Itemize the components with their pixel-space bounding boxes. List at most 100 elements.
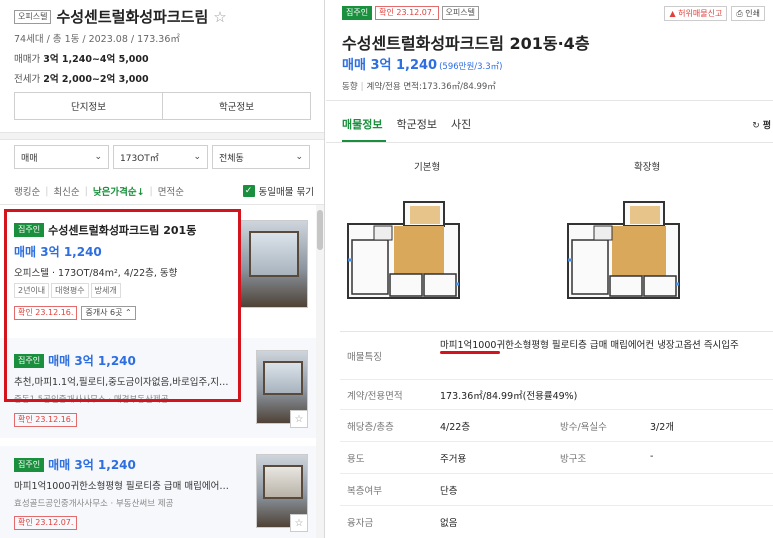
listing-price: 매매 3억 1,240 bbox=[48, 458, 136, 472]
type-tag: 오피스텔 bbox=[441, 6, 479, 20]
listing-panel: 오피스텔 수성센트럴화성파크드림 ☆ 74세대 / 총 1동 / 2023.08… bbox=[0, 0, 325, 538]
detail-label: 해당층/총층 bbox=[347, 422, 394, 433]
broker-count-label: 중개사 6곳 bbox=[85, 308, 123, 317]
section-divider bbox=[0, 132, 324, 140]
checkbox-checked-icon[interactable]: ✓ bbox=[242, 185, 255, 197]
unit-toggle-label: 평 bbox=[762, 121, 771, 131]
sort-low-price[interactable]: 낮은가격순↓ bbox=[93, 184, 145, 198]
star-icon[interactable]: ☆ bbox=[290, 514, 308, 532]
divider bbox=[0, 204, 324, 205]
confirm-date: 확인 23.12.16. bbox=[14, 306, 78, 320]
sort-bar: 랭킹순 | 최신순 | 낮은가격순↓ | 면적순 ✓ 동일매물 묶기 bbox=[14, 184, 314, 198]
tab-photos[interactable]: 사진 bbox=[451, 116, 471, 132]
owner-badge: 집주인 bbox=[14, 353, 45, 368]
print-icon: ⎙ bbox=[736, 9, 743, 18]
lease-price-value: 2억 2,000~2억 3,000 bbox=[43, 74, 149, 85]
chevron-down-icon: ⌄ bbox=[94, 152, 102, 162]
detail-value: 4/22층 bbox=[440, 422, 471, 433]
sale-price-label: 매매가 bbox=[14, 54, 41, 65]
area-info: 계약/전용 면적:173.36㎡/84.99㎡ bbox=[366, 82, 496, 92]
refresh-icon: ↻ bbox=[752, 121, 760, 131]
detail-row-feature: 매물특징 마피1억1000귀한소형평형 필로티층 급매 매립에어컨 냉장고옵션 … bbox=[340, 332, 773, 380]
detail-label: 매물특징 bbox=[347, 352, 382, 363]
star-icon[interactable]: ☆ bbox=[213, 8, 226, 26]
confirm-date: 확인 23.12.07. bbox=[375, 6, 439, 20]
listing-item[interactable]: 집주인 수성센트럴화성파크드림 201동 매매 3억 1,240 오피스텔 · … bbox=[0, 210, 316, 334]
detail-title: 수성센트럴화성파크드림 201동·4층 bbox=[342, 34, 590, 53]
listing-price: 매매 3억 1,240 bbox=[14, 245, 102, 259]
area-select[interactable]: 173OT㎡ ⌄ bbox=[113, 145, 208, 169]
owner-badge: 집주인 bbox=[342, 6, 373, 20]
sale-price-range: 매매가 3억 1,240~4억 5,000 bbox=[14, 51, 314, 65]
feature-tags: 2년이내 대형평수 방세개 bbox=[14, 283, 224, 298]
area-value: 173OT㎡ bbox=[120, 153, 159, 164]
tab-school-info[interactable]: 학군정보 bbox=[163, 93, 310, 119]
detail-price: 매매 3억 1,240 (596만원/3.3㎡) bbox=[342, 54, 503, 73]
listing-title: 수성센트럴화성파크드림 201동 bbox=[48, 224, 197, 237]
type-tag: 오피스텔 bbox=[14, 9, 52, 24]
deal-type-select[interactable]: 매매 ⌄ bbox=[14, 145, 109, 169]
price-per-area: (596만원/3.3㎡) bbox=[439, 62, 503, 72]
detail-row-use: 용도 주거용 방구조 - bbox=[340, 442, 773, 474]
detail-label: 융자금 bbox=[347, 518, 374, 529]
chevron-down-icon: ⌄ bbox=[193, 152, 201, 162]
feature-tag: 대형평수 bbox=[51, 283, 89, 298]
sort-area[interactable]: 면적순 bbox=[158, 184, 184, 198]
confirm-date: 확인 23.12.16. bbox=[14, 413, 78, 427]
scrollbar[interactable] bbox=[316, 205, 324, 538]
detail-value: 주거용 bbox=[440, 454, 467, 465]
broker-name: 중동1.5공인중개사사무소 · 매경부동산제공 bbox=[14, 395, 169, 405]
complex-header: 오피스텔 수성센트럴화성파크드림 ☆ 74세대 / 총 1동 / 2023.08… bbox=[14, 6, 314, 85]
floor-plan-basic[interactable] bbox=[346, 200, 461, 300]
listing-price: 매매 3억 1,240 bbox=[48, 354, 136, 368]
scrollbar-thumb[interactable] bbox=[317, 210, 323, 250]
feature-tag: 방세개 bbox=[90, 283, 121, 298]
detail-panel: 집주인 확인 23.12.07. 오피스텔 ▲ 허위매물신고 ⎙ 인쇄 수성센트… bbox=[326, 0, 773, 538]
report-label: 허위매물신고 bbox=[678, 9, 723, 18]
detail-row-floor: 해당층/총층 4/22층 방수/욕실수 3/2개 bbox=[340, 410, 773, 442]
plan-label-extended: 확장형 bbox=[634, 162, 661, 173]
dong-value: 전체동 bbox=[219, 153, 244, 164]
siren-icon: ▲ bbox=[669, 9, 676, 18]
group-same-listing-label: 동일매물 묶기 bbox=[258, 187, 314, 198]
detail-tabs: 매물정보 학군정보 사진 bbox=[342, 116, 471, 132]
print-label: 인쇄 bbox=[745, 9, 760, 18]
tab-listing-info[interactable]: 매물정보 bbox=[342, 116, 382, 132]
detail-label: 복층여부 bbox=[347, 486, 382, 497]
listing-desc: 오피스텔 · 173OT/84m², 4/22층, 동향 bbox=[14, 268, 178, 279]
detail-label: 계약/전용면적 bbox=[347, 391, 403, 402]
dong-select[interactable]: 전체동 ⌄ bbox=[212, 145, 310, 169]
owner-badge: 집주인 bbox=[14, 457, 45, 472]
feature-tag: 2년이내 bbox=[14, 283, 50, 298]
detail-value: - bbox=[650, 451, 654, 462]
plan-label-basic: 기본형 bbox=[414, 162, 441, 173]
star-icon[interactable]: ☆ bbox=[290, 410, 308, 428]
unit-toggle-button[interactable]: ↻ 평 bbox=[752, 118, 771, 131]
tab-complex-info[interactable]: 단지정보 bbox=[15, 93, 163, 119]
deal-type-value: 매매 bbox=[21, 153, 38, 164]
broker-count-button[interactable]: 중개사 6곳 ⌃ bbox=[81, 306, 136, 320]
detail-label: 용도 bbox=[347, 454, 365, 465]
divider bbox=[326, 142, 773, 143]
detail-label: 방구조 bbox=[560, 454, 587, 465]
tab-school-info[interactable]: 학군정보 bbox=[396, 116, 436, 132]
detail-value: 3/2개 bbox=[650, 422, 675, 433]
highlight-underline bbox=[440, 351, 500, 354]
detail-row-loan: 융자금 없음 bbox=[340, 506, 773, 538]
detail-row-duplex: 복층여부 단층 bbox=[340, 474, 773, 506]
detail-label: 방수/욕실수 bbox=[560, 422, 607, 433]
sale-price-value: 3억 1,240~4억 5,000 bbox=[43, 54, 149, 65]
listing-photo[interactable] bbox=[240, 220, 308, 308]
report-button[interactable]: ▲ 허위매물신고 bbox=[664, 6, 728, 21]
print-button[interactable]: ⎙ 인쇄 bbox=[731, 6, 765, 21]
complex-meta: 74세대 / 총 1동 / 2023.08 / 173.36㎡ bbox=[14, 34, 180, 45]
listing-item[interactable]: 집주인 매매 3억 1,240 마피1억1000귀한소형평형 필로티층 급매 매… bbox=[0, 446, 316, 538]
floor-plan-extended[interactable] bbox=[566, 200, 681, 300]
sort-latest[interactable]: 최신순 bbox=[53, 184, 79, 198]
detail-subinfo: 동향 | 계약/전용 면적:173.36㎡/84.99㎡ bbox=[342, 82, 496, 92]
listing-item[interactable]: 집주인 매매 3억 1,240 추천,마피1.1억,필로티,중도금이자없음,바로… bbox=[0, 338, 316, 438]
sort-ranking[interactable]: 랭킹순 bbox=[14, 184, 40, 198]
detail-value: 단층 bbox=[440, 486, 458, 497]
group-same-listing-toggle[interactable]: ✓ 동일매물 묶기 bbox=[242, 184, 314, 198]
detail-value: 173.36㎡/84.99㎡(전용률49%) bbox=[440, 391, 578, 402]
